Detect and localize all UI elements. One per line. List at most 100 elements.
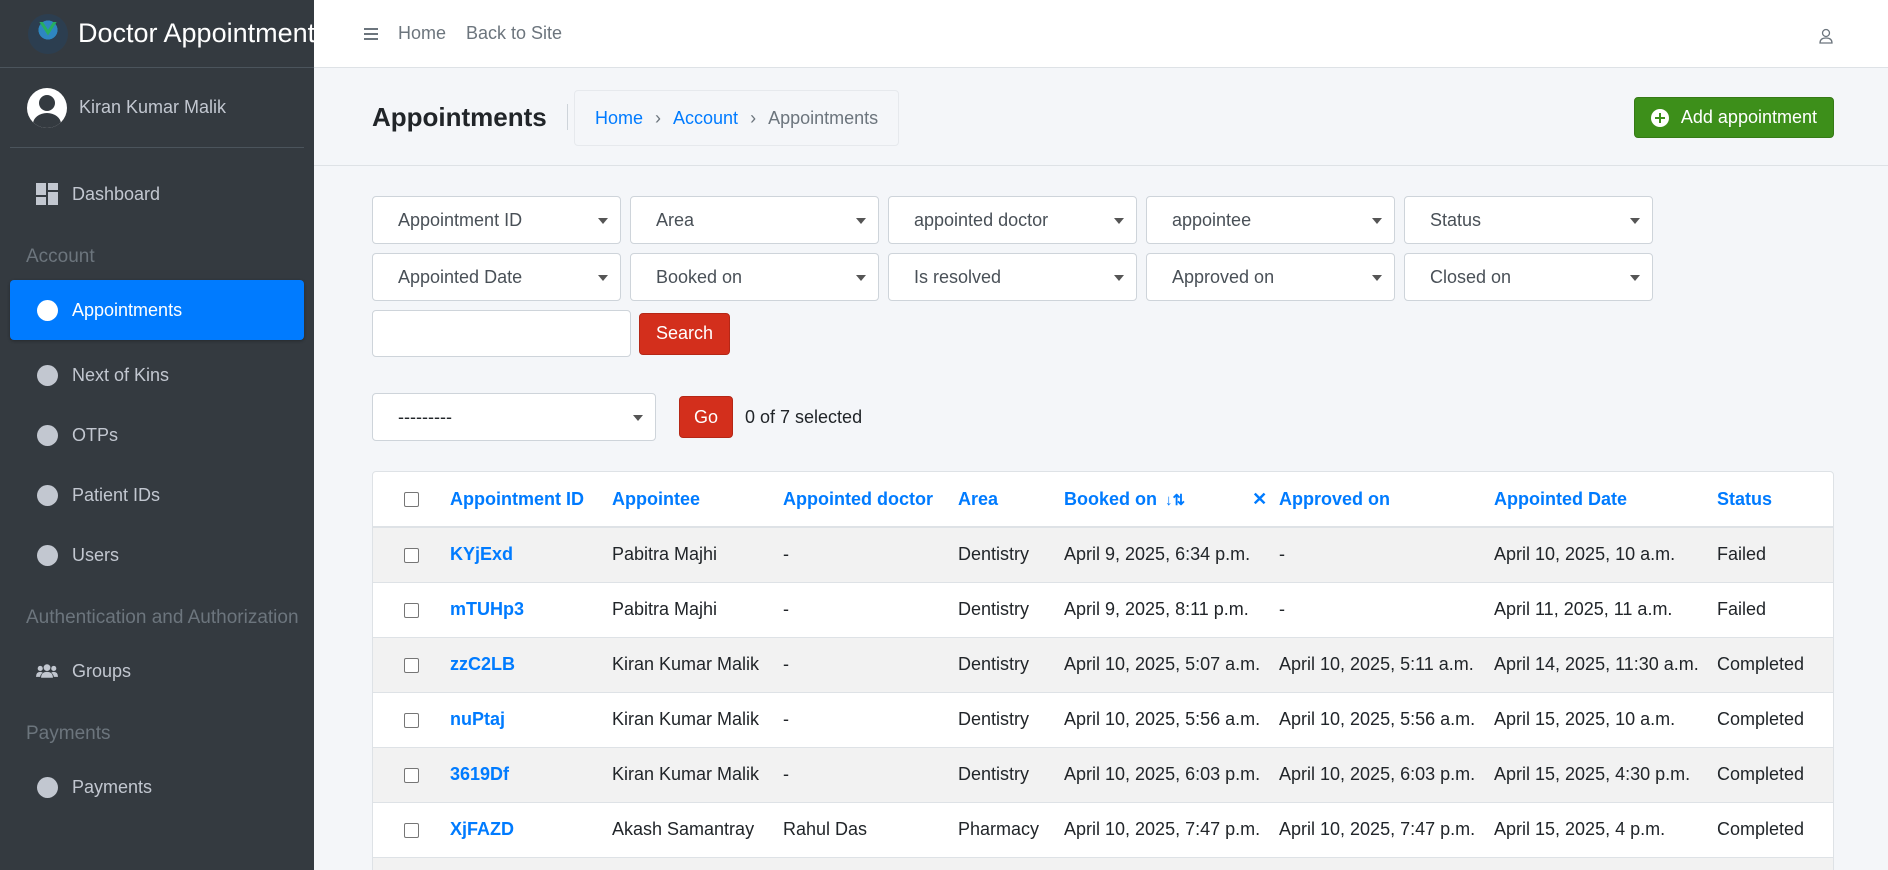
column-header-booked-on[interactable]: Booked on ↓⇅ ✕ [1064, 472, 1279, 528]
sidebar-item-payments[interactable]: Payments [10, 757, 304, 817]
column-header-appointment-id[interactable]: Appointment ID [450, 472, 612, 528]
filter-area[interactable]: Area [630, 196, 879, 244]
clear-sort-icon[interactable]: ✕ [1252, 489, 1267, 509]
column-header-appointed-doctor[interactable]: Appointed doctor [783, 472, 958, 528]
sidebar-item-groups[interactable]: Groups [10, 641, 304, 701]
results-table: Appointment ID Appointee Appointed docto… [373, 472, 1833, 870]
table-row[interactable] [373, 856, 1833, 870]
cell-appointment-id: 3619Df [450, 746, 612, 802]
cell-appointed-doctor: - [783, 746, 958, 802]
sidebar-item-otps[interactable]: OTPs [10, 405, 304, 465]
nav-home-link[interactable]: Home [398, 23, 446, 44]
breadcrumb: Home › Account › Appointments [574, 90, 900, 146]
column-header-approved-on[interactable]: Approved on [1279, 472, 1494, 528]
cell-appointee [612, 856, 783, 870]
cell-approved-on: April 10, 2025, 7:47 p.m. [1279, 801, 1494, 857]
filter-is-resolved[interactable]: Is resolved [888, 253, 1137, 301]
table-row[interactable]: 3619Df Kiran Kumar Malik - Dentistry April 1… [373, 746, 1833, 802]
column-header-status[interactable]: Status [1717, 472, 1833, 528]
sidebar-item-label: Patient IDs [72, 484, 161, 505]
add-appointment-label: Add appointment [1680, 107, 1817, 127]
cell-appointed-doctor: - [783, 581, 958, 637]
appointment-link[interactable]: mTUHp3 [450, 599, 524, 619]
filter-status[interactable]: Status [1404, 196, 1653, 244]
cell-booked-on: April 10, 2025, 6:03 p.m. [1064, 746, 1279, 802]
sidebar-item-patient-ids[interactable]: Patient IDs [10, 465, 304, 525]
sidebar-item-next-of-kins[interactable]: Next of Kins [10, 345, 304, 405]
sidebar-item-label: Users [72, 544, 120, 565]
appointment-link[interactable]: nuPtaj [450, 709, 505, 729]
appointment-link[interactable]: XjFAZD [450, 819, 514, 839]
row-select-cell [373, 801, 450, 857]
breadcrumb-account-link[interactable]: Account [673, 108, 738, 129]
cell-appointed-date: April 10, 2025, 10 a.m. [1494, 526, 1717, 582]
table-row[interactable]: zzC2LB Kiran Kumar Malik - Dentistry April 1… [373, 636, 1833, 692]
circle-icon [36, 364, 58, 386]
row-checkbox[interactable] [404, 712, 419, 728]
search-button[interactable]: Search [639, 312, 731, 355]
cell-approved-on: April 10, 2025, 6:03 p.m. [1279, 746, 1494, 802]
cell-appointment-id: KYjExd [450, 526, 612, 582]
column-header-area[interactable]: Area [958, 472, 1064, 528]
table-row[interactable]: XjFAZD Akash Samantray Rahul Das Pharmacy Ap… [373, 801, 1833, 857]
filter-appointment-id[interactable]: Appointment ID [372, 196, 621, 244]
row-checkbox[interactable] [404, 657, 419, 673]
cell-status: Failed [1717, 526, 1833, 582]
select-all-cell [373, 472, 450, 528]
filter-booked-on[interactable]: Booked on [630, 253, 879, 301]
cell-booked-on: April 10, 2025, 5:07 a.m. [1064, 636, 1279, 692]
appointment-link[interactable]: KYjExd [450, 544, 513, 564]
breadcrumb-home-link[interactable]: Home [595, 108, 643, 129]
cell-appointee: Kiran Kumar Malik [612, 746, 783, 802]
table-header-row: Appointment ID Appointee Appointed docto… [373, 472, 1833, 528]
filter-approved-on[interactable]: Approved on [1146, 253, 1395, 301]
nav-back-to-site-link[interactable]: Back to Site [466, 23, 562, 44]
user-panel[interactable]: Kiran Kumar Malik [10, 68, 304, 148]
table-row[interactable]: KYjExd Pabitra Majhi - Dentistry April 9, 20… [373, 526, 1833, 582]
search-input[interactable] [372, 310, 631, 357]
hamburger-menu-icon[interactable] [364, 27, 378, 40]
column-header-appointee[interactable]: Appointee [612, 472, 783, 528]
cell-status: Completed [1717, 636, 1833, 692]
appointment-link[interactable]: zzC2LB [450, 654, 515, 674]
cell-appointed-doctor: Rahul Das [783, 801, 958, 857]
sidebar-item-appointments[interactable]: Appointments [10, 280, 304, 340]
user-account-icon[interactable] [1818, 28, 1834, 44]
user-name: Kiran Kumar Malik [79, 97, 227, 117]
sort-descending-icon[interactable]: ↓⇅ [1165, 492, 1185, 509]
cell-appointed-doctor: - [783, 526, 958, 582]
action-select[interactable]: --------- [372, 393, 656, 441]
table-row[interactable]: mTUHp3 Pabitra Majhi - Dentistry April 9, 20… [373, 581, 1833, 637]
filter-appointed-date[interactable]: Appointed Date [372, 253, 621, 301]
brand[interactable]: Doctor Appointment [0, 0, 314, 68]
sidebar-item-label: Dashboard [72, 183, 161, 204]
row-select-cell [373, 691, 450, 747]
row-checkbox[interactable] [404, 602, 419, 618]
table-body: KYjExd Pabitra Majhi - Dentistry April 9, 20… [373, 526, 1833, 870]
cell-approved-on: April 10, 2025, 5:56 a.m. [1279, 691, 1494, 747]
row-checkbox[interactable] [404, 767, 419, 783]
row-checkbox[interactable] [404, 548, 419, 563]
column-header-appointed-date[interactable]: Appointed Date [1494, 472, 1717, 528]
filter-closed-on[interactable]: Closed on [1404, 253, 1653, 301]
go-button[interactable]: Go [679, 396, 733, 438]
cell-appointee: Pabitra Majhi [612, 581, 783, 637]
row-select-cell [373, 636, 450, 692]
cell-appointed-doctor: - [783, 636, 958, 692]
add-appointment-button[interactable]: Add appointment [1633, 97, 1834, 138]
row-checkbox[interactable] [404, 822, 419, 838]
brand-title: Doctor Appointment [78, 18, 314, 48]
breadcrumb-separator: › [750, 107, 757, 128]
cell-area: Dentistry [958, 526, 1064, 582]
cell-approved-on: April 10, 2025, 5:11 a.m. [1279, 636, 1494, 692]
cell-appointed-doctor: - [783, 691, 958, 747]
select-all-checkbox[interactable] [404, 492, 419, 508]
filter-appointed-doctor[interactable]: appointed doctor [888, 196, 1137, 244]
sidebar-item-dashboard[interactable]: Dashboard [10, 164, 304, 224]
cell-area: Dentistry [958, 636, 1064, 692]
filter-appointee[interactable]: appointee [1146, 196, 1395, 244]
sidebar-item-users[interactable]: Users [10, 525, 304, 585]
cell-booked-on: April 9, 2025, 6:34 p.m. [1064, 526, 1279, 582]
table-row[interactable]: nuPtaj Kiran Kumar Malik - Dentistry April 1… [373, 691, 1833, 747]
appointment-link[interactable]: 3619Df [450, 764, 509, 784]
